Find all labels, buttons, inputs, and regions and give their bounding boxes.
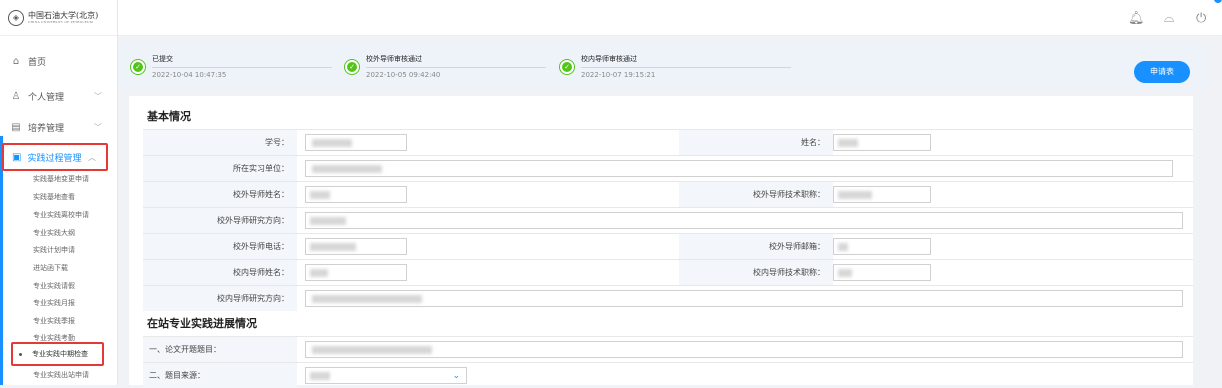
- approval-steps: ✓ 已提交 2022-10-04 10:47:35 ✓ 校外导师审核通过 202…: [118, 44, 1208, 90]
- check-circle-icon: ✓: [344, 59, 360, 75]
- section-title-progress: 在站专业实践进展情况: [147, 318, 257, 330]
- form-row: 一、论文开题题目：: [143, 336, 1193, 362]
- label-int-tutor-name: 校内导师姓名：: [143, 260, 297, 285]
- submenu-item[interactable]: 专业实践出站申请: [33, 370, 89, 380]
- label-ext-tutor-email: 校外导师邮箱：: [679, 234, 833, 259]
- chart-icon: ▤: [11, 122, 21, 133]
- submenu-item-midterm-check[interactable]: 专业实践中期检查: [11, 342, 104, 366]
- ext-tutor-title-field[interactable]: [833, 186, 931, 203]
- check-circle-icon: ✓: [559, 59, 575, 75]
- chevron-down-icon: ﹀: [94, 123, 102, 132]
- sidebar: ◈ 中国石油大学(北京) CHINA UNIVERSITY OF PETROLE…: [0, 0, 118, 385]
- int-tutor-name-field[interactable]: [305, 264, 407, 281]
- ext-tutor-email-field[interactable]: [833, 238, 931, 255]
- label-ext-tutor-research: 校外导师研究方向：: [143, 208, 297, 233]
- step-divider: [581, 67, 791, 68]
- ext-tutor-research-field[interactable]: [305, 212, 1183, 229]
- lock-icon[interactable]: ⌓: [1164, 11, 1174, 26]
- ext-tutor-phone-field[interactable]: [305, 238, 407, 255]
- sidebar-item-label: 首页: [28, 58, 47, 68]
- step-date: 2022-10-04 10:47:35: [152, 71, 227, 79]
- form-row: 学号： 姓名：: [143, 129, 1193, 155]
- top-bar: 🔔︎ ⌓ ⏻: [118, 0, 1222, 36]
- step-divider: [366, 67, 546, 68]
- bullet-icon: [19, 352, 22, 356]
- logo-text: 中国石油大学(北京) CHINA UNIVERSITY OF PETROLEUM: [28, 10, 99, 24]
- form-row: 校外导师姓名： 校外导师技术职称：: [143, 181, 1193, 207]
- label-name: 姓名：: [679, 130, 833, 155]
- thesis-topic-field[interactable]: [305, 341, 1183, 358]
- step-title: 已提交: [152, 55, 173, 63]
- sidebar-item-label: 培养管理: [28, 124, 65, 134]
- label-topic-source: 二、题目来源：: [143, 363, 297, 388]
- user-icon: ♙: [11, 91, 21, 102]
- submenu-item[interactable]: 专业实践月报: [33, 298, 75, 308]
- step-1: ✓ 已提交 2022-10-04 10:47:35: [130, 54, 332, 79]
- label-ext-tutor-phone: 校外导师电话：: [143, 234, 297, 259]
- section-title-basic: 基本情况: [147, 111, 191, 123]
- unit-field[interactable]: [305, 160, 1173, 177]
- university-logo: ◈ 中国石油大学(北京) CHINA UNIVERSITY OF PETROLE…: [0, 0, 117, 36]
- label-student-id: 学号：: [143, 130, 297, 155]
- step-3: ✓ 校内导师审核通过 2022-10-07 19:15:21: [559, 54, 791, 79]
- submenu-item[interactable]: 专业实践离校申请: [33, 210, 89, 220]
- application-form-button[interactable]: 申请表: [1134, 61, 1190, 83]
- submenu-item[interactable]: 实践基地查看: [33, 192, 75, 202]
- sidebar-item-label: 个人管理: [28, 93, 65, 103]
- chevron-down-icon: ⌄: [452, 371, 460, 381]
- check-circle-icon: ✓: [130, 59, 146, 75]
- int-tutor-title-field[interactable]: [833, 264, 931, 281]
- ext-tutor-name-field[interactable]: [305, 186, 407, 203]
- chevron-down-icon: ﹀: [94, 92, 102, 101]
- label-unit: 所在实习单位：: [143, 156, 297, 181]
- submenu-item[interactable]: 实践计划申请: [33, 245, 75, 255]
- form-row: 校内导师研究方向：: [143, 285, 1193, 311]
- form-row: 校外导师电话： 校外导师邮箱：: [143, 233, 1193, 259]
- active-indicator: [0, 136, 3, 385]
- form-row: 校内导师姓名： 校内导师技术职称：: [143, 259, 1193, 285]
- label-ext-tutor-title: 校外导师技术职称：: [679, 182, 833, 207]
- submenu-item[interactable]: 专业实践大纲: [33, 228, 75, 238]
- int-tutor-research-field[interactable]: [305, 290, 1183, 307]
- student-id-field[interactable]: [305, 134, 407, 151]
- seal-icon: ◈: [8, 9, 24, 26]
- label-int-tutor-research: 校内导师研究方向：: [143, 286, 297, 311]
- chevron-up-icon: ︿: [88, 152, 96, 162]
- sidebar-item-label: 实践过程管理: [27, 153, 82, 164]
- form-row: 校外导师研究方向：: [143, 207, 1193, 233]
- name-field[interactable]: [833, 134, 931, 151]
- submenu-item-label: 专业实践中期检查: [32, 350, 88, 358]
- submenu-item[interactable]: 进站函下载: [33, 263, 68, 273]
- label-int-tutor-title: 校内导师技术职称：: [679, 260, 833, 285]
- home-icon: ⌂: [12, 56, 20, 67]
- sidebar-item-personal[interactable]: ♙ 个人管理 ﹀: [10, 90, 110, 103]
- step-divider: [152, 67, 332, 68]
- sidebar-item-home[interactable]: ⌂ 首页: [10, 55, 110, 68]
- sidebar-item-practice[interactable]: ▣ 实践过程管理 ︿: [2, 143, 108, 171]
- sidebar-item-training[interactable]: ▤ 培养管理 ﹀: [10, 121, 110, 134]
- submenu-item[interactable]: 实践基地变更申请: [33, 174, 89, 184]
- step-date: 2022-10-07 19:15:21: [581, 71, 656, 79]
- label-ext-tutor-name: 校外导师姓名：: [143, 182, 297, 207]
- form-row: 二、题目来源： ⌄: [143, 362, 1193, 388]
- step-title: 校内导师审核通过: [581, 55, 637, 63]
- submenu-item[interactable]: 专业实践季报: [33, 316, 75, 326]
- step-2: ✓ 校外导师审核通过 2022-10-05 09:42:40: [344, 54, 546, 79]
- step-title: 校外导师审核通过: [366, 55, 422, 63]
- power-icon[interactable]: ⏻: [1196, 11, 1206, 26]
- label-thesis-topic: 一、论文开题题目：: [143, 337, 297, 362]
- topic-source-select[interactable]: ⌄: [305, 367, 467, 384]
- notification-dot: [1214, 0, 1222, 3]
- form-card: 基本情况 学号： 姓名： 所在实习单位： 校外导师姓名： 校外导师技术职称： 校…: [129, 96, 1193, 388]
- bell-icon[interactable]: 🔔︎: [1128, 11, 1145, 26]
- step-date: 2022-10-05 09:42:40: [366, 71, 441, 79]
- form-row: 所在实习单位：: [143, 155, 1193, 181]
- submenu-item[interactable]: 专业实践请假: [33, 281, 75, 291]
- briefcase-icon: ▣: [12, 151, 22, 163]
